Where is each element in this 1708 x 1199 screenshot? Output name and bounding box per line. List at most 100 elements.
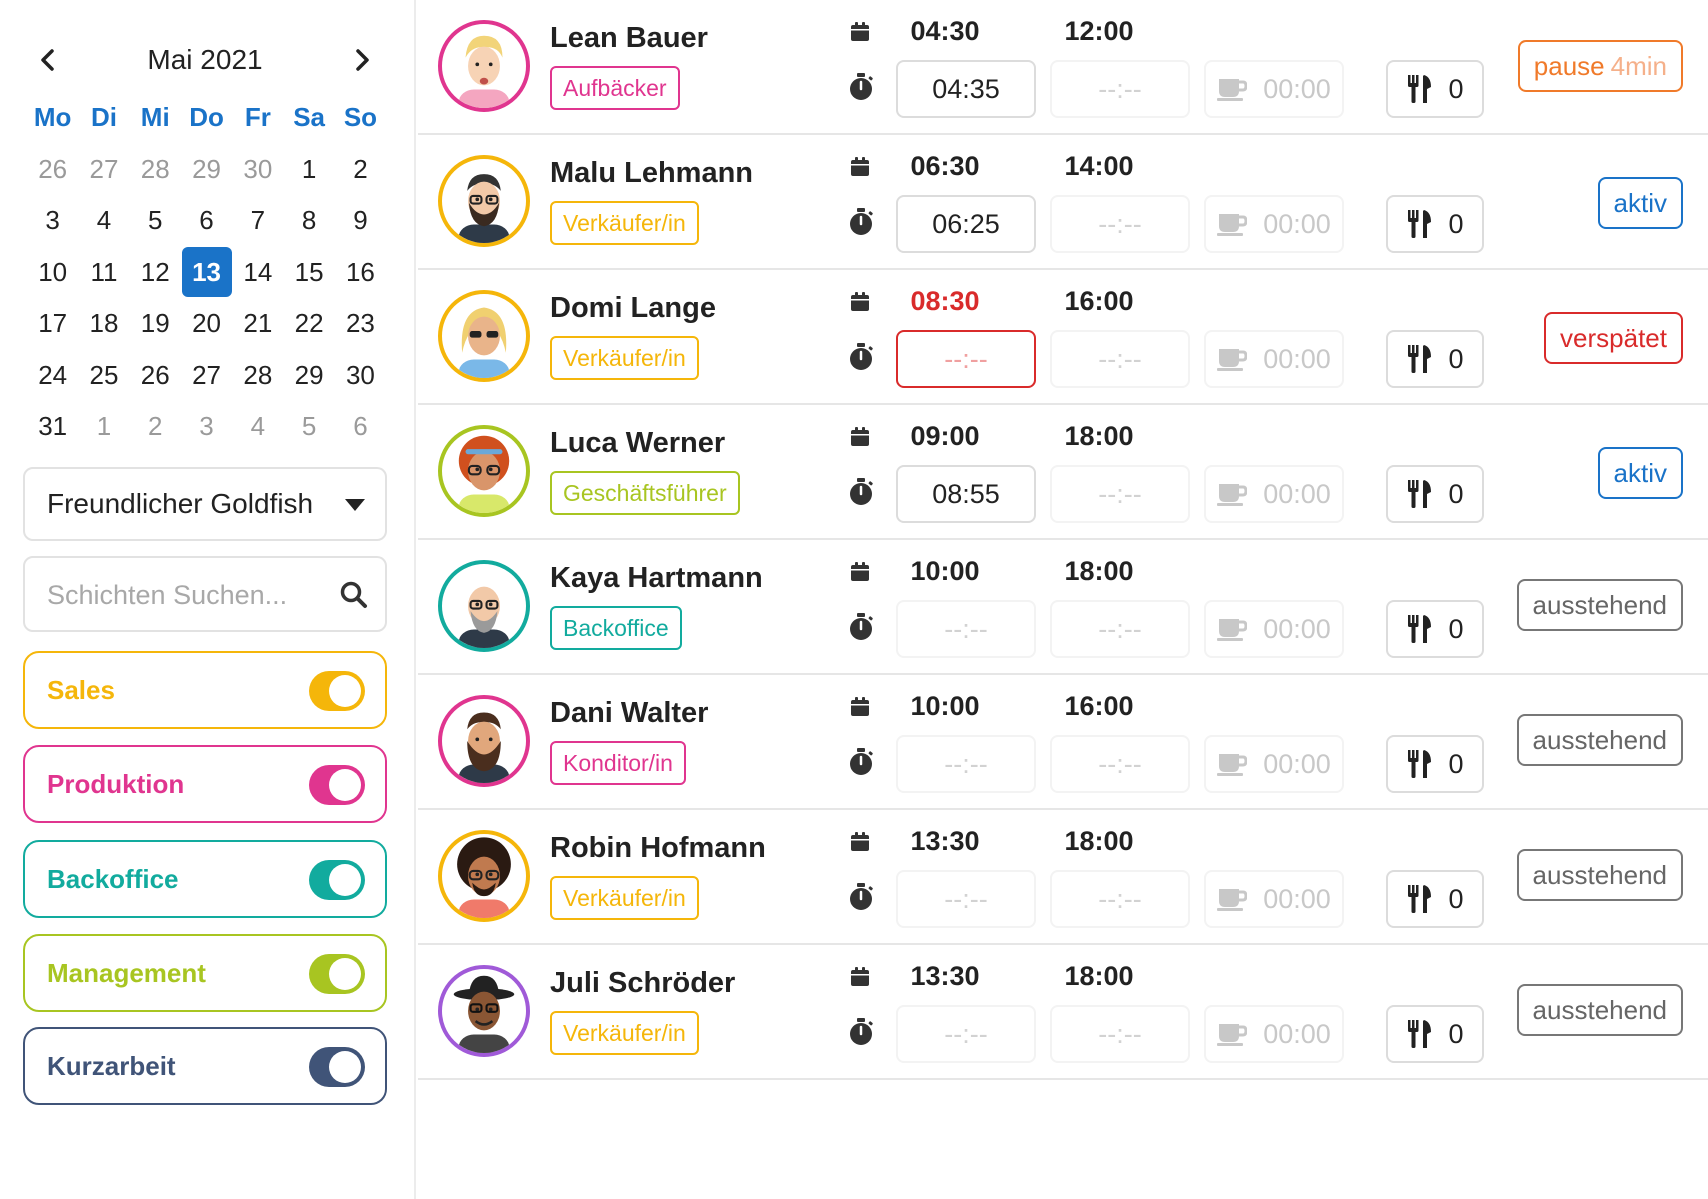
calendar-day-selected[interactable]: 13 xyxy=(181,247,232,299)
organization-select[interactable]: Freundlicher Goldfish xyxy=(23,467,387,541)
calendar-day[interactable]: 4 xyxy=(232,401,283,453)
meal-counter[interactable]: 0 xyxy=(1386,735,1484,793)
calendar-day[interactable]: 30 xyxy=(232,144,283,196)
filter-toggle[interactable] xyxy=(309,671,365,711)
calendar-day[interactable]: 1 xyxy=(283,144,334,196)
clock-in-field[interactable]: --:-- xyxy=(896,600,1036,658)
calendar-day[interactable]: 1 xyxy=(78,401,129,453)
calendar-day[interactable]: 2 xyxy=(335,144,386,196)
calendar-day[interactable]: 3 xyxy=(27,195,78,247)
calendar-day[interactable]: 2 xyxy=(130,401,181,453)
calendar-day[interactable]: 17 xyxy=(27,298,78,350)
calendar-day[interactable]: 19 xyxy=(130,298,181,350)
status-badge[interactable]: aktiv xyxy=(1597,447,1683,499)
clock-out-field[interactable]: --:-- xyxy=(1050,735,1190,793)
calendar-day[interactable]: 12 xyxy=(130,247,181,299)
employee-avatar[interactable] xyxy=(438,560,530,652)
status-badge[interactable]: aktiv xyxy=(1597,177,1683,229)
clock-in-field[interactable]: 06:25 xyxy=(896,195,1036,253)
calendar-day[interactable]: 14 xyxy=(232,247,283,299)
calendar-day[interactable]: 23 xyxy=(335,298,386,350)
employee-avatar[interactable] xyxy=(438,425,530,517)
calendar-day[interactable]: 21 xyxy=(232,298,283,350)
chevron-right-icon[interactable] xyxy=(344,40,380,80)
meal-counter[interactable]: 0 xyxy=(1386,465,1484,523)
calendar-day[interactable]: 8 xyxy=(283,195,334,247)
clock-in-field[interactable]: 04:35 xyxy=(896,60,1036,118)
employee-avatar[interactable] xyxy=(438,155,530,247)
meal-counter[interactable]: 0 xyxy=(1386,195,1484,253)
clock-out-field[interactable]: --:-- xyxy=(1050,600,1190,658)
chevron-left-icon[interactable] xyxy=(30,40,66,80)
search-input[interactable] xyxy=(47,576,317,614)
status-badge[interactable]: ausstehend xyxy=(1516,984,1683,1036)
calendar-day[interactable]: 15 xyxy=(283,247,334,299)
search-icon[interactable] xyxy=(339,580,369,610)
calendar-day[interactable]: 31 xyxy=(27,401,78,453)
break-field[interactable]: 00:00 xyxy=(1204,870,1344,928)
calendar-day[interactable]: 6 xyxy=(181,195,232,247)
break-field[interactable]: 00:00 xyxy=(1204,465,1344,523)
break-field[interactable]: 00:00 xyxy=(1204,330,1344,388)
meal-counter[interactable]: 0 xyxy=(1386,60,1484,118)
calendar-day[interactable]: 30 xyxy=(335,350,386,402)
clock-out-field[interactable]: --:-- xyxy=(1050,465,1190,523)
clock-out-field[interactable]: --:-- xyxy=(1050,870,1190,928)
employee-avatar[interactable] xyxy=(438,20,530,112)
status-badge[interactable]: ausstehend xyxy=(1516,849,1683,901)
clock-in-field[interactable]: --:-- xyxy=(896,870,1036,928)
clock-out-field[interactable]: --:-- xyxy=(1050,1005,1190,1063)
break-field[interactable]: 00:00 xyxy=(1204,1005,1344,1063)
calendar-day[interactable]: 28 xyxy=(232,350,283,402)
break-field[interactable]: 00:00 xyxy=(1204,600,1344,658)
status-badge[interactable]: pause 4min xyxy=(1517,40,1683,92)
calendar-day[interactable]: 10 xyxy=(27,247,78,299)
calendar-day[interactable]: 29 xyxy=(283,350,334,402)
calendar-day[interactable]: 4 xyxy=(78,195,129,247)
calendar-day[interactable]: 26 xyxy=(27,144,78,196)
employee-avatar[interactable] xyxy=(438,290,530,382)
calendar-day[interactable]: 3 xyxy=(181,401,232,453)
status-badge[interactable]: verspätet xyxy=(1544,312,1683,364)
clock-out-field[interactable]: --:-- xyxy=(1050,330,1190,388)
meal-counter[interactable]: 0 xyxy=(1386,1005,1484,1063)
clock-in-field[interactable]: 08:55 xyxy=(896,465,1036,523)
status-badge[interactable]: ausstehend xyxy=(1516,579,1683,631)
calendar-day[interactable]: 11 xyxy=(78,247,129,299)
calendar-day[interactable]: 20 xyxy=(181,298,232,350)
clock-in-field[interactable]: --:-- xyxy=(896,330,1036,388)
filter-toggle[interactable] xyxy=(309,1047,365,1087)
filter-toggle[interactable] xyxy=(309,765,365,805)
calendar-day[interactable]: 27 xyxy=(78,144,129,196)
break-field[interactable]: 00:00 xyxy=(1204,60,1344,118)
break-field[interactable]: 00:00 xyxy=(1204,735,1344,793)
filter-toggle[interactable] xyxy=(309,954,365,994)
clock-out-field[interactable]: --:-- xyxy=(1050,60,1190,118)
clock-in-field[interactable]: --:-- xyxy=(896,735,1036,793)
calendar-day[interactable]: 6 xyxy=(335,401,386,453)
calendar-day[interactable]: 7 xyxy=(232,195,283,247)
clock-in-field[interactable]: --:-- xyxy=(896,1005,1036,1063)
calendar-day[interactable]: 28 xyxy=(130,144,181,196)
break-field[interactable]: 00:00 xyxy=(1204,195,1344,253)
meal-counter[interactable]: 0 xyxy=(1386,330,1484,388)
calendar-day[interactable]: 27 xyxy=(181,350,232,402)
meal-counter[interactable]: 0 xyxy=(1386,600,1484,658)
calendar-day[interactable]: 5 xyxy=(283,401,334,453)
calendar-day[interactable]: 22 xyxy=(283,298,334,350)
employee-avatar[interactable] xyxy=(438,695,530,787)
calendar-day[interactable]: 16 xyxy=(335,247,386,299)
calendar-day[interactable]: 9 xyxy=(335,195,386,247)
employee-avatar[interactable] xyxy=(438,965,530,1057)
employee-avatar[interactable] xyxy=(438,830,530,922)
calendar-day[interactable]: 24 xyxy=(27,350,78,402)
calendar-day[interactable]: 29 xyxy=(181,144,232,196)
filter-toggle[interactable] xyxy=(309,860,365,900)
calendar-day[interactable]: 25 xyxy=(78,350,129,402)
calendar-day[interactable]: 26 xyxy=(130,350,181,402)
meal-counter[interactable]: 0 xyxy=(1386,870,1484,928)
calendar-day[interactable]: 5 xyxy=(130,195,181,247)
calendar-day[interactable]: 18 xyxy=(78,298,129,350)
status-badge[interactable]: ausstehend xyxy=(1516,714,1683,766)
clock-out-field[interactable]: --:-- xyxy=(1050,195,1190,253)
